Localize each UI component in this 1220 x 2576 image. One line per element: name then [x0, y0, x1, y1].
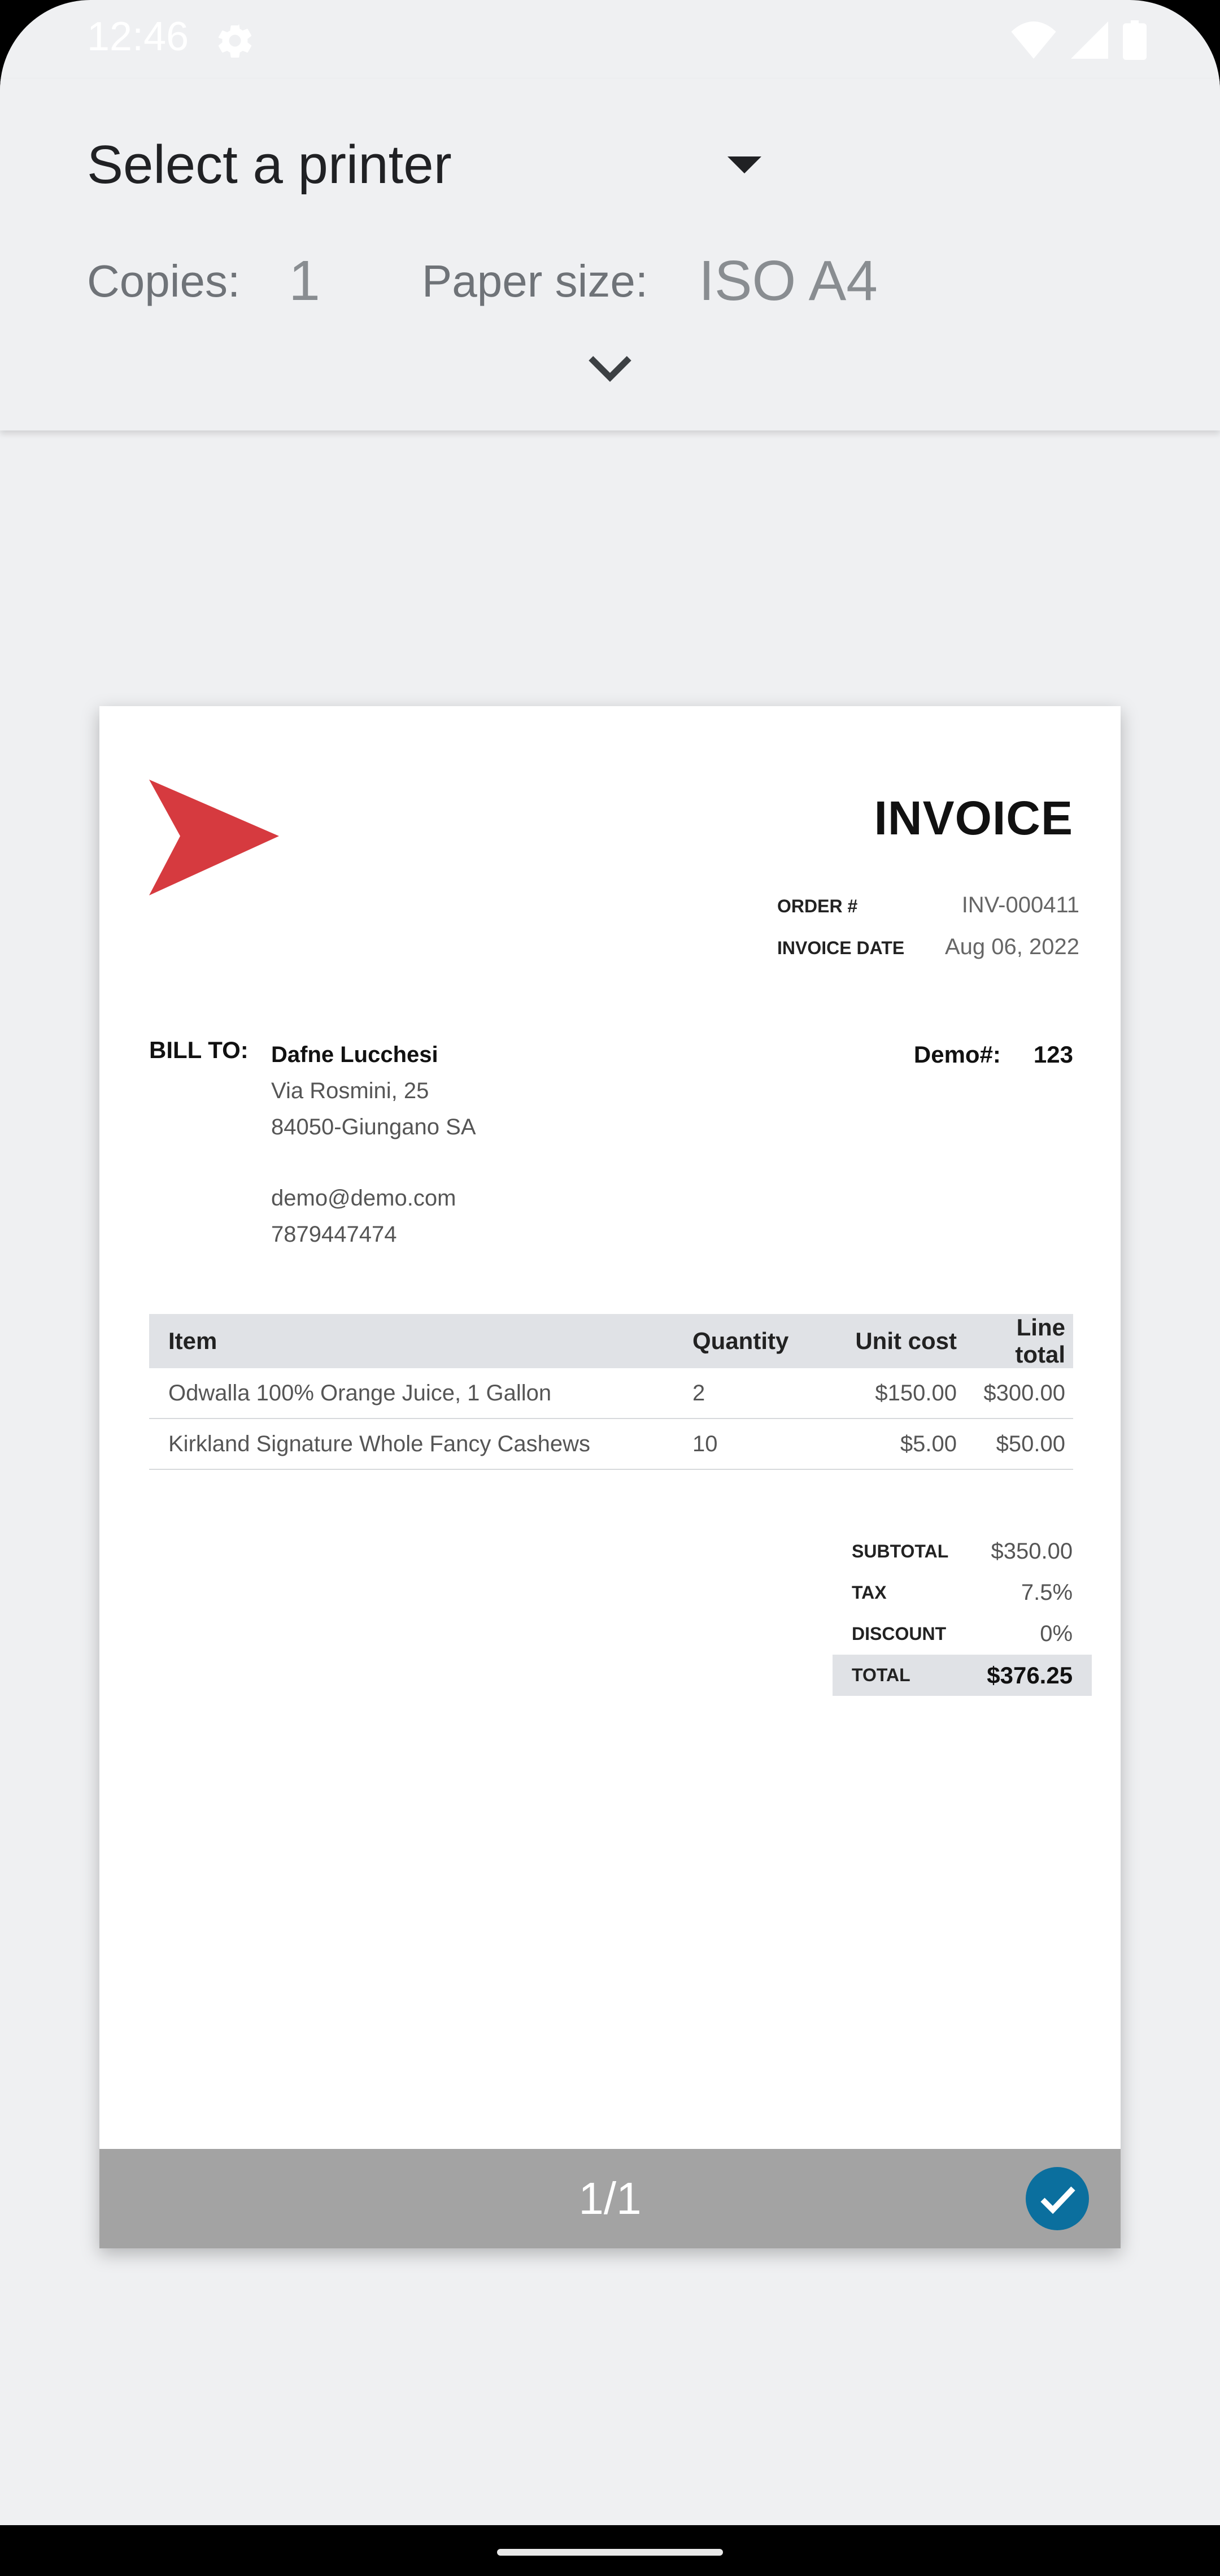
tax-value: 7.5% — [1021, 1580, 1073, 1605]
signal-icon — [1071, 21, 1108, 59]
copies-value[interactable]: 1 — [289, 249, 320, 314]
cell-quantity: 2 — [685, 1368, 819, 1419]
print-preview-page[interactable]: INVOICE ORDER # INV-000411 INVOICE DATE … — [99, 706, 1121, 2248]
cell-unit-cost: $150.00 — [819, 1368, 965, 1419]
demo-value: 123 — [1033, 1041, 1073, 1068]
settings-gear-icon — [218, 24, 252, 58]
customer-address-line1: Via Rosmini, 25 — [271, 1078, 429, 1103]
cell-line-total: $300.00 — [965, 1368, 1073, 1419]
printer-dropdown[interactable]: Select a printer — [87, 131, 765, 199]
tax-label: TAX — [852, 1582, 887, 1603]
subtotal-label: SUBTOTAL — [852, 1541, 949, 1561]
total-value: $376.25 — [968, 1655, 1092, 1696]
discount-value: 0% — [1040, 1621, 1073, 1646]
items-table-header: Item Quantity Unit cost Line total — [149, 1314, 1073, 1368]
cell-unit-cost: $5.00 — [819, 1418, 965, 1470]
battery-icon — [1123, 20, 1147, 60]
paper-size-label: Paper size: — [421, 255, 648, 306]
bill-spacer — [271, 1145, 723, 1180]
cell-item: Kirkland Signature Whole Fancy Cashews — [149, 1418, 685, 1470]
customer-email: demo@demo.com — [271, 1186, 456, 1211]
tax-row: TAX 7.5% — [833, 1572, 1092, 1613]
order-value: INV-000411 — [961, 893, 1079, 917]
subtotal-value: $350.00 — [991, 1539, 1073, 1564]
subtotal-row: SUBTOTAL $350.00 — [833, 1531, 1092, 1572]
cell-item: Odwalla 100% Orange Juice, 1 Gallon — [149, 1368, 685, 1419]
invoice-title: INVOICE — [874, 791, 1073, 845]
table-row: Kirkland Signature Whole Fancy Cashews 1… — [149, 1418, 1073, 1470]
page-indicator: 1/1 — [578, 2173, 642, 2223]
totals-table: SUBTOTAL $350.00 TAX 7.5% DISCOUNT 0% TO… — [833, 1531, 1092, 1696]
col-line-total: Line total — [965, 1314, 1073, 1368]
customer-name: Dafne Lucchesi — [271, 1042, 438, 1067]
discount-row: DISCOUNT 0% — [833, 1613, 1092, 1655]
total-label: TOTAL — [833, 1655, 968, 1696]
customer-address-line2: 84050-Giungano SA — [271, 1115, 476, 1139]
wifi-icon — [1011, 21, 1056, 59]
invoice-meta: ORDER # INV-000411 INVOICE DATE Aug 06, … — [777, 893, 1079, 976]
paper-size-value[interactable]: ISO A4 — [699, 249, 878, 314]
bill-to-details: Dafne Lucchesi Via Rosmini, 25 84050-Giu… — [271, 1037, 723, 1252]
status-bar: 12:46 — [0, 0, 1220, 79]
invoice-date-row: INVOICE DATE Aug 06, 2022 — [777, 934, 1079, 976]
print-screen: 12:46 Select a printer Copies: 1 Paper s… — [0, 0, 1220, 2576]
cell-line-total: $50.00 — [965, 1418, 1073, 1470]
bill-to-label: BILL TO: — [149, 1037, 249, 1063]
page-selected-check-icon[interactable] — [1026, 2167, 1089, 2230]
dropdown-arrow-icon — [727, 156, 761, 173]
invoice-date-value: Aug 06, 2022 — [945, 934, 1079, 959]
customer-phone: 7879447474 — [271, 1222, 397, 1247]
invoice-date-label: INVOICE DATE — [777, 938, 905, 958]
expand-chevron-icon[interactable] — [585, 349, 635, 389]
order-row: ORDER # INV-000411 — [777, 893, 1079, 934]
col-quantity: Quantity — [685, 1314, 819, 1368]
demo-field: Demo#: 123 — [914, 1037, 1073, 1073]
col-item: Item — [149, 1314, 685, 1368]
system-icons — [1011, 20, 1147, 60]
items-table: Item Quantity Unit cost Line total Odwal… — [149, 1314, 1073, 1470]
table-row: Odwalla 100% Orange Juice, 1 Gallon 2 $1… — [149, 1368, 1073, 1419]
col-unit-cost: Unit cost — [819, 1314, 965, 1368]
copies-label: Copies: — [87, 255, 241, 306]
status-time: 12:46 — [87, 14, 189, 59]
page-footer-bar: 1/1 — [99, 2149, 1121, 2248]
demo-label: Demo#: — [913, 1041, 1001, 1068]
home-indicator[interactable] — [497, 2549, 723, 2556]
print-options-header: Select a printer Copies: 1 Paper size: I… — [0, 79, 1220, 430]
order-label: ORDER # — [777, 896, 858, 916]
printer-label: Select a printer — [87, 134, 452, 195]
discount-label: DISCOUNT — [852, 1624, 947, 1644]
total-row: TOTAL $376.25 — [833, 1655, 1092, 1696]
cell-quantity: 10 — [685, 1418, 819, 1470]
company-logo-icon — [149, 780, 279, 895]
print-options-row: Copies: 1 Paper size: ISO A4 — [87, 249, 878, 314]
